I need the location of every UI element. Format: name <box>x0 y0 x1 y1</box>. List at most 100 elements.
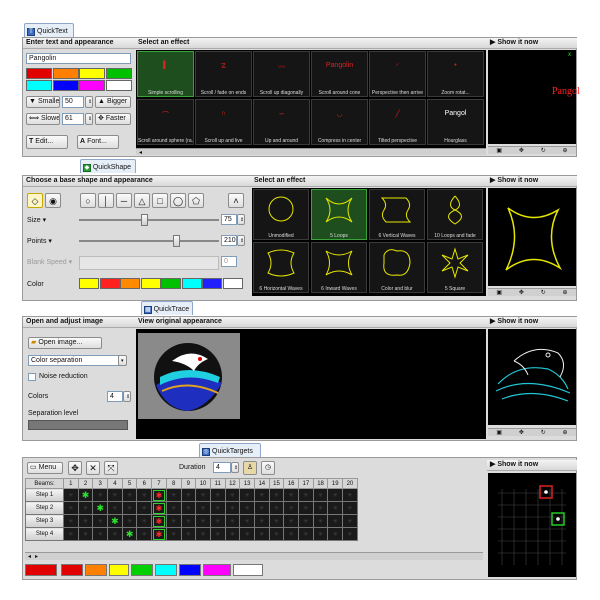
shape-effect-thumbnail[interactable]: 5 Square <box>427 242 483 293</box>
beam-cell[interactable]: ✳ <box>165 488 182 502</box>
beam-cell[interactable]: ✳ <box>283 527 299 541</box>
beam-cell[interactable]: ✳ <box>253 527 270 541</box>
beam-cell[interactable]: ✳ <box>77 527 94 541</box>
bigger-button[interactable]: ▲ Bigger <box>95 96 131 108</box>
color-swatch[interactable] <box>222 278 243 289</box>
beam-cell[interactable]: ✳ <box>180 527 197 541</box>
square-shape-icon[interactable]: □ <box>152 193 168 208</box>
beam-cell[interactable]: ✱ <box>151 527 167 541</box>
step-row-header[interactable]: Step 3 <box>25 514 64 528</box>
shape-effect-thumbnail[interactable]: 10 Loops and fade <box>427 189 483 240</box>
add-target-button[interactable]: ✥ <box>68 461 82 475</box>
beam-cell[interactable]: ✳ <box>239 501 255 515</box>
beam-cell[interactable]: ✳ <box>63 488 79 502</box>
more-shapes-icon[interactable]: ˄ <box>228 193 244 208</box>
font-button[interactable]: A Font... <box>77 135 119 149</box>
points-value-field[interactable]: 210 <box>221 235 237 246</box>
color-swatch[interactable] <box>131 564 153 576</box>
beam-cell[interactable]: ✳ <box>312 527 329 541</box>
pentagon-shape-icon[interactable]: ⬠ <box>188 193 204 208</box>
effect-thumbnail[interactable]: 〰 Scroll up diagonally <box>253 51 310 97</box>
points-slider-thumb[interactable] <box>173 235 180 247</box>
beam-cell[interactable]: ✳ <box>327 527 344 541</box>
beam-cell[interactable]: ✳ <box>63 527 79 541</box>
open-image-button[interactable]: ▰ Open image... <box>28 337 102 349</box>
beam-cell[interactable]: ✳ <box>92 488 109 502</box>
active-beam-cell[interactable]: ✱ <box>121 527 138 541</box>
color-swatch[interactable] <box>202 278 222 289</box>
color-swatch[interactable] <box>85 564 107 576</box>
size-value-field[interactable]: 50 <box>62 96 84 108</box>
colors-value-field[interactable]: 4 <box>107 391 123 402</box>
beam-cell[interactable]: ✱ <box>151 514 167 528</box>
move-target-button[interactable]: ⤧ <box>104 461 118 475</box>
beam-cell[interactable]: ✳ <box>136 527 153 541</box>
beam-cell[interactable]: ✳ <box>195 501 211 515</box>
beam-cell[interactable]: ✳ <box>312 514 329 528</box>
move-icon[interactable]: ✥ <box>519 289 524 296</box>
size-spinner[interactable]: ⇕ <box>237 214 245 225</box>
beam-cell[interactable]: ✳ <box>224 514 241 528</box>
shape-effect-thumbnail[interactable]: 6 Horizontal Waves <box>253 242 309 293</box>
beam-cell[interactable]: ✳ <box>224 488 241 502</box>
speed-spinner[interactable]: ⇕ <box>85 113 93 125</box>
effect-thumbnail[interactable]: ☡ Scroll / fade on ends <box>195 51 252 97</box>
beam-cell[interactable]: ✳ <box>253 501 270 515</box>
edit-button[interactable]: T Edit... <box>26 135 68 149</box>
beam-cell[interactable]: ✳ <box>180 501 197 515</box>
color-swatch[interactable] <box>203 564 231 576</box>
color-swatch[interactable] <box>181 278 202 289</box>
speed-value-field[interactable]: 61 <box>62 113 84 125</box>
duration-spinner[interactable]: ⇕ <box>231 462 239 473</box>
shape-effect-thumbnail[interactable]: 6 Vertical Waves <box>369 189 425 240</box>
beam-cell[interactable]: ✳ <box>239 488 255 502</box>
noise-reduction-checkbox[interactable] <box>28 373 36 381</box>
active-beam-cell[interactable]: ✱ <box>107 514 123 528</box>
beam-cell[interactable]: ✳ <box>180 514 197 528</box>
beam-cell[interactable]: ✳ <box>77 514 94 528</box>
beam-cell[interactable]: ✳ <box>268 514 285 528</box>
effect-thumbnail[interactable]: ∩ Scroll up and live <box>195 99 252 145</box>
points-spinner[interactable]: ⇕ <box>237 235 245 246</box>
tab-quicktargets[interactable]: ◎ QuickTargets <box>199 443 261 457</box>
beam-cell[interactable]: ✳ <box>268 527 285 541</box>
size-spinner[interactable]: ⇕ <box>85 96 93 108</box>
shape-effect-thumbnail[interactable]: Unmodified <box>253 189 309 240</box>
effect-thumbnail[interactable]: ╱ Tilted perspective <box>369 99 426 145</box>
beam-cell[interactable]: ✳ <box>253 514 270 528</box>
diamond-shape-icon[interactable]: ◇ <box>27 193 43 208</box>
target-icon[interactable]: ⊕ <box>563 289 568 296</box>
beam-cell[interactable]: ✳ <box>283 514 299 528</box>
timer-button[interactable]: ◷ <box>261 461 275 475</box>
beam-cell[interactable]: ✳ <box>342 527 358 541</box>
target-icon[interactable]: ⊕ <box>563 429 568 436</box>
beam-cell[interactable]: ✳ <box>92 527 109 541</box>
horizontal-line-icon[interactable]: ─ <box>116 193 132 208</box>
beam-cell[interactable]: ✳ <box>195 527 211 541</box>
beam-cell[interactable]: ✳ <box>342 501 358 515</box>
effect-thumbnail[interactable]: Pangolin Scroll around cone <box>311 51 368 97</box>
stop-icon[interactable]: ▣ <box>496 147 502 154</box>
color-swatch[interactable] <box>105 80 132 91</box>
beam-cell[interactable]: ✳ <box>165 501 182 515</box>
dot-shape-icon[interactable]: ◉ <box>45 193 61 208</box>
color-swatch[interactable] <box>79 80 105 91</box>
step-row-header[interactable]: Step 2 <box>25 501 64 515</box>
beam-cell[interactable]: ✳ <box>342 488 358 502</box>
beam-cell[interactable]: ✳ <box>107 488 123 502</box>
color-swatch[interactable] <box>79 278 99 289</box>
color-swatch[interactable] <box>105 68 132 79</box>
beam-cell[interactable]: ✳ <box>327 488 344 502</box>
beam-cell[interactable]: ✳ <box>92 514 109 528</box>
effect-thumbnail[interactable]: ▌ Simple scrolling <box>137 51 194 97</box>
stop-icon[interactable]: ▣ <box>496 289 502 296</box>
beam-cell[interactable]: ✳ <box>224 501 241 515</box>
triangle-shape-icon[interactable]: △ <box>134 193 150 208</box>
beam-cell[interactable]: ✳ <box>136 514 153 528</box>
beam-cell[interactable]: ✳ <box>107 527 123 541</box>
colors-spinner[interactable]: ⇕ <box>123 391 131 402</box>
size-slider-track[interactable] <box>79 219 219 221</box>
beam-cell[interactable]: ✳ <box>63 514 79 528</box>
beam-cell[interactable]: ✳ <box>121 488 138 502</box>
effect-thumbnail[interactable]: Pangol Hourglass <box>427 99 484 145</box>
